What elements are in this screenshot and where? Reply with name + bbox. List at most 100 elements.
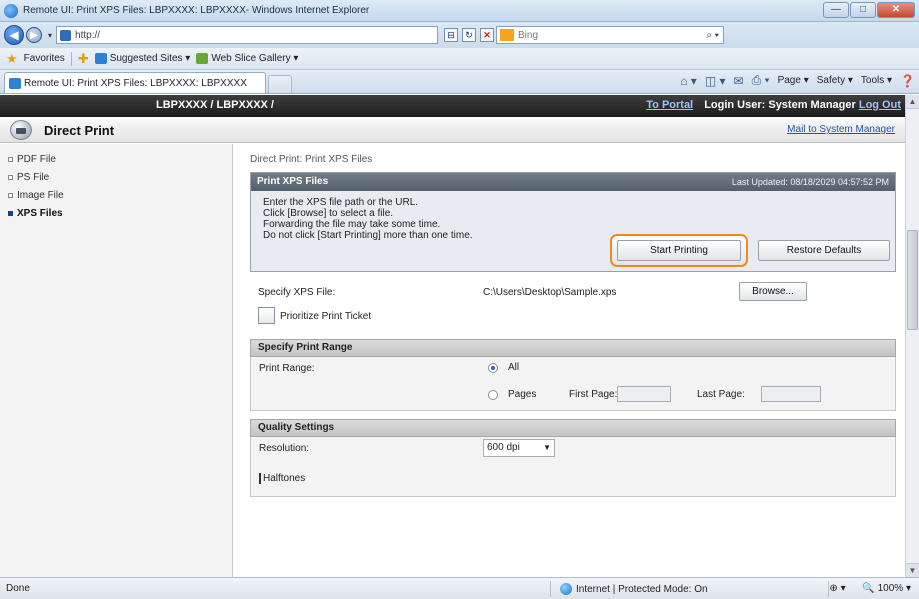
refresh-icon[interactable]: ↻ — [462, 28, 477, 42]
user-area: To Portal Login User: System Manager Log… — [646, 99, 901, 111]
safety-menu[interactable]: Safety ▾ — [817, 75, 853, 86]
breadcrumb: Direct Print: Print XPS Files — [250, 154, 373, 165]
address-tools: ⊟ ↻ ✕ — [444, 28, 495, 42]
scroll-down-icon[interactable]: ▼ — [906, 563, 919, 577]
close-button[interactable]: ✕ — [877, 2, 915, 18]
url-text: http:// — [75, 29, 101, 41]
tools-menu[interactable]: Tools ▾ — [861, 75, 892, 86]
add-ons-icon[interactable]: ⊕ ▾ — [829, 583, 845, 594]
instruction-line: Click [Browse] to select a file. — [263, 208, 394, 219]
vertical-scrollbar[interactable]: ▲ ▼ — [905, 95, 919, 577]
minimize-button[interactable]: — — [823, 2, 849, 18]
scroll-up-icon[interactable]: ▲ — [906, 95, 919, 109]
print-icon[interactable]: ⎙ ▾ — [752, 73, 770, 88]
range-pages-label: Pages — [508, 389, 537, 400]
specify-xps-label: Specify XPS File: — [258, 287, 336, 298]
specify-xps-row: Specify XPS File: C:\Users\Desktop\Sampl… — [250, 281, 896, 303]
direct-print-icon — [10, 120, 32, 140]
scroll-thumb[interactable] — [907, 230, 918, 330]
main-content: Direct Print: Print XPS Files Print XPS … — [250, 144, 896, 497]
web-slice-gallery-link[interactable]: Web Slice Gallery ▾ — [196, 52, 298, 64]
last-page-label: Last Page: — [697, 389, 745, 400]
sidebar-item-xps-files[interactable]: XPS Files — [0, 204, 232, 222]
home-icon[interactable]: ⌂ ▾ — [680, 74, 697, 88]
first-page-input[interactable] — [617, 386, 671, 402]
prioritize-row: Prioritize Print Ticket — [250, 303, 896, 329]
help-icon[interactable]: ❓ — [900, 74, 915, 88]
favorites-bar: ★ Favorites ✚ Suggested Sites ▾ Web Slic… — [0, 48, 919, 70]
print-range-box: Print Range: All Pages First Page: Last … — [250, 357, 896, 411]
range-pages-radio[interactable] — [488, 390, 498, 400]
resolution-value: 600 dpi — [487, 442, 520, 453]
window-controls: — □ ✕ — [823, 2, 915, 18]
bullet-icon — [8, 174, 13, 180]
section-quality-settings: Quality Settings — [250, 419, 896, 437]
file-path-field[interactable]: C:\Users\Desktop\Sample.xps — [483, 287, 616, 298]
compatibility-icon[interactable]: ⊟ — [444, 28, 459, 42]
add-favorite-icon[interactable]: ✚ — [78, 51, 89, 67]
history-dropdown-icon[interactable]: ▾ — [48, 31, 52, 40]
login-user-text: Login User: System Manager — [704, 99, 856, 111]
status-text: Done — [6, 583, 30, 594]
section-print-range: Specify Print Range — [250, 339, 896, 357]
ie-logo-icon — [4, 3, 18, 18]
chevron-down-icon: ▼ — [543, 443, 551, 452]
command-bar: ⌂ ▾ ◫ ▾ ✉ ⎙ ▾ Page ▾ Safety ▾ Tools ▾ ❓ — [680, 73, 915, 88]
instruction-line: Forwarding the file may take some time. — [263, 219, 441, 230]
start-printing-button[interactable]: Start Printing — [617, 240, 741, 261]
divider — [70, 51, 72, 66]
resolution-select[interactable]: 600 dpi ▼ — [483, 439, 555, 457]
globe-icon — [560, 583, 572, 595]
page-header: Direct Print Mail to System Manager — [0, 117, 905, 143]
forward-button[interactable]: ▶ — [26, 27, 42, 43]
last-page-input[interactable] — [761, 386, 821, 402]
mail-icon[interactable]: ✉ — [734, 74, 744, 88]
search-icon[interactable]: ⌕ ▾ — [706, 30, 719, 41]
favorites-button[interactable]: Favorites — [24, 53, 65, 64]
maximize-button[interactable]: □ — [850, 2, 876, 18]
prioritize-label: Prioritize Print Ticket — [280, 311, 372, 322]
bullet-icon — [8, 210, 13, 216]
divider — [550, 581, 551, 597]
new-tab-button[interactable] — [268, 75, 292, 93]
suggested-sites-icon — [94, 52, 107, 64]
instructions: Enter the XPS file path or the URL. Clic… — [251, 191, 895, 241]
sidebar-item-ps-file[interactable]: PS File — [0, 168, 232, 186]
page-title: Direct Print — [44, 123, 115, 138]
instruction-line: Enter the XPS file path or the URL. — [263, 197, 419, 208]
sidebar-item-pdf-file[interactable]: PDF File — [0, 150, 232, 168]
panel-header: Print XPS Files Last Updated: 08/18/2029… — [251, 173, 895, 191]
search-input[interactable]: Bing ⌕ ▾ — [496, 26, 725, 44]
xps-form: Specify XPS File: C:\Users\Desktop\Sampl… — [250, 281, 896, 497]
page-content: LBPXXXX / LBPXXXX / To Portal Login User… — [0, 95, 905, 577]
suggested-sites-link[interactable]: Suggested Sites ▾ — [94, 52, 190, 64]
window-title: Remote UI: Print XPS Files: LBPXXXX: LBP… — [23, 5, 370, 16]
sidebar-item-image-file[interactable]: Image File — [0, 186, 232, 204]
bullet-icon — [8, 192, 13, 198]
security-zone[interactable]: Internet | Protected Mode: On — [560, 583, 708, 595]
web-slice-icon — [196, 52, 209, 64]
back-button[interactable]: ◀ — [4, 25, 24, 45]
remote-ui-topbar: LBPXXXX / LBPXXXX / To Portal Login User… — [0, 95, 905, 117]
panel-title: Print XPS Files — [257, 176, 329, 187]
tab-remote-ui[interactable]: Remote UI: Print XPS Files: LBPXXXX: LBP… — [4, 72, 266, 93]
print-xps-panel: Print XPS Files Last Updated: 08/18/2029… — [250, 172, 896, 272]
page-menu[interactable]: Page ▾ — [778, 75, 809, 86]
to-portal-link[interactable]: To Portal — [646, 99, 693, 111]
last-updated: Last Updated: 08/18/2029 04:57:52 PM — [731, 177, 889, 187]
logout-link[interactable]: Log Out — [859, 99, 901, 111]
stop-icon[interactable]: ✕ — [480, 28, 495, 42]
bing-icon — [500, 29, 515, 41]
range-all-radio[interactable] — [488, 363, 498, 373]
zoom-level[interactable]: ⊕ ▾ 🔍 100% ▾ — [829, 583, 911, 594]
status-bar: Done Internet | Protected Mode: On ⊕ ▾ 🔍… — [0, 577, 919, 599]
prioritize-print-ticket-checkbox[interactable] — [258, 307, 275, 324]
browse-button[interactable]: Browse... — [739, 282, 807, 301]
window-titlebar: Remote UI: Print XPS Files: LBPXXXX: LBP… — [0, 0, 919, 22]
zoom-icon: 🔍 — [862, 583, 875, 594]
mail-to-system-manager-link[interactable]: Mail to System Manager — [787, 124, 895, 135]
restore-defaults-button[interactable]: Restore Defaults — [758, 240, 890, 261]
device-name: LBPXXXX / LBPXXXX / — [156, 99, 274, 111]
url-field[interactable]: http:// — [56, 26, 439, 44]
feeds-icon[interactable]: ◫ ▾ — [705, 74, 726, 88]
